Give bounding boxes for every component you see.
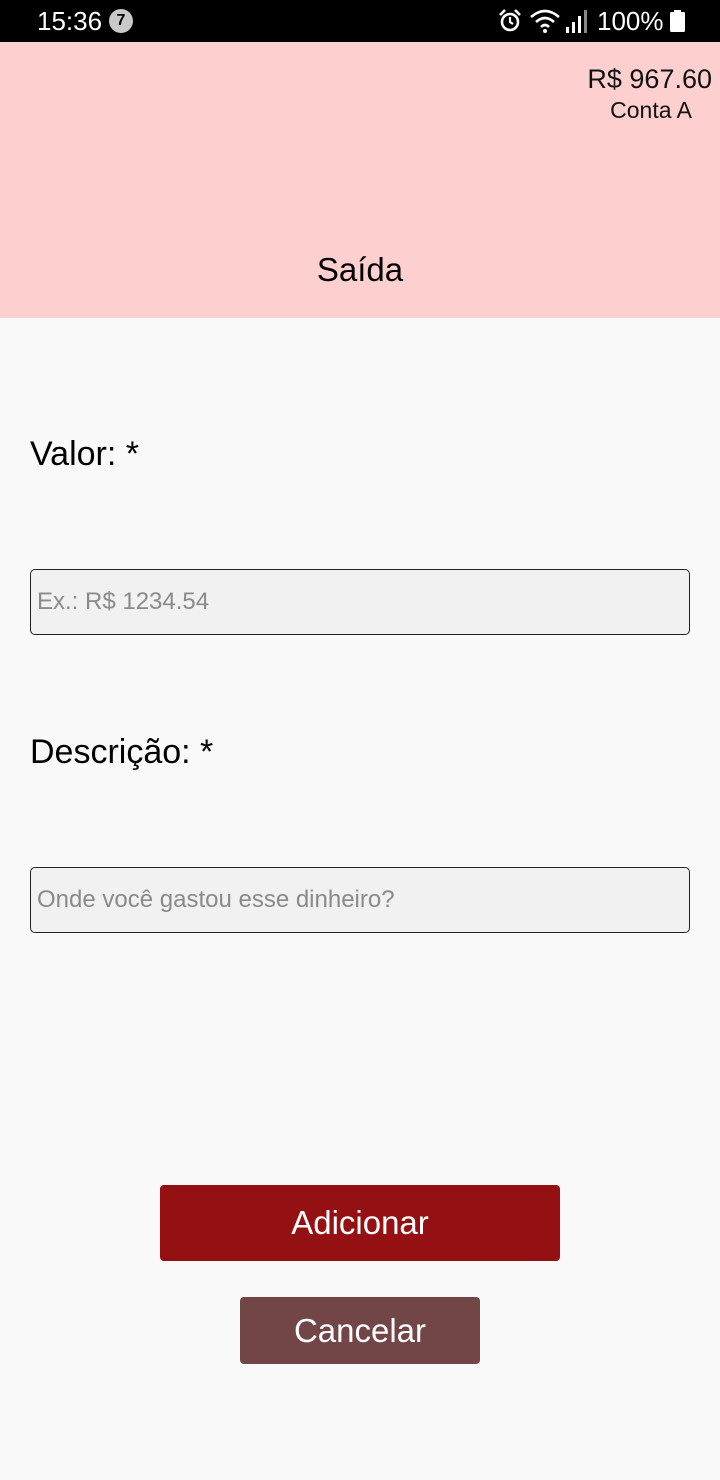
battery-icon — [670, 10, 685, 32]
account-balance: R$ 967.60 — [587, 64, 712, 94]
account-name: Conta A — [610, 97, 692, 123]
page-title: Saída — [316, 251, 404, 288]
description-input[interactable] — [30, 867, 690, 933]
add-button[interactable]: Adicionar — [160, 1185, 560, 1261]
cancel-button[interactable]: Cancelar — [240, 1297, 480, 1364]
status-time: 15:36 — [37, 6, 103, 36]
signal-icon — [566, 10, 587, 33]
notification-count-badge: 7 — [109, 9, 133, 33]
status-bar: 15:36 7 100% — [0, 0, 720, 42]
battery-percent: 100% — [597, 6, 664, 36]
description-label: Descrição: * — [30, 733, 214, 771]
alarm-icon — [499, 9, 521, 32]
wifi-icon — [530, 9, 560, 33]
amount-label: Valor: * — [30, 435, 139, 473]
amount-input[interactable] — [30, 569, 690, 635]
app-header: R$ 967.60 Conta A Saída — [0, 42, 720, 318]
